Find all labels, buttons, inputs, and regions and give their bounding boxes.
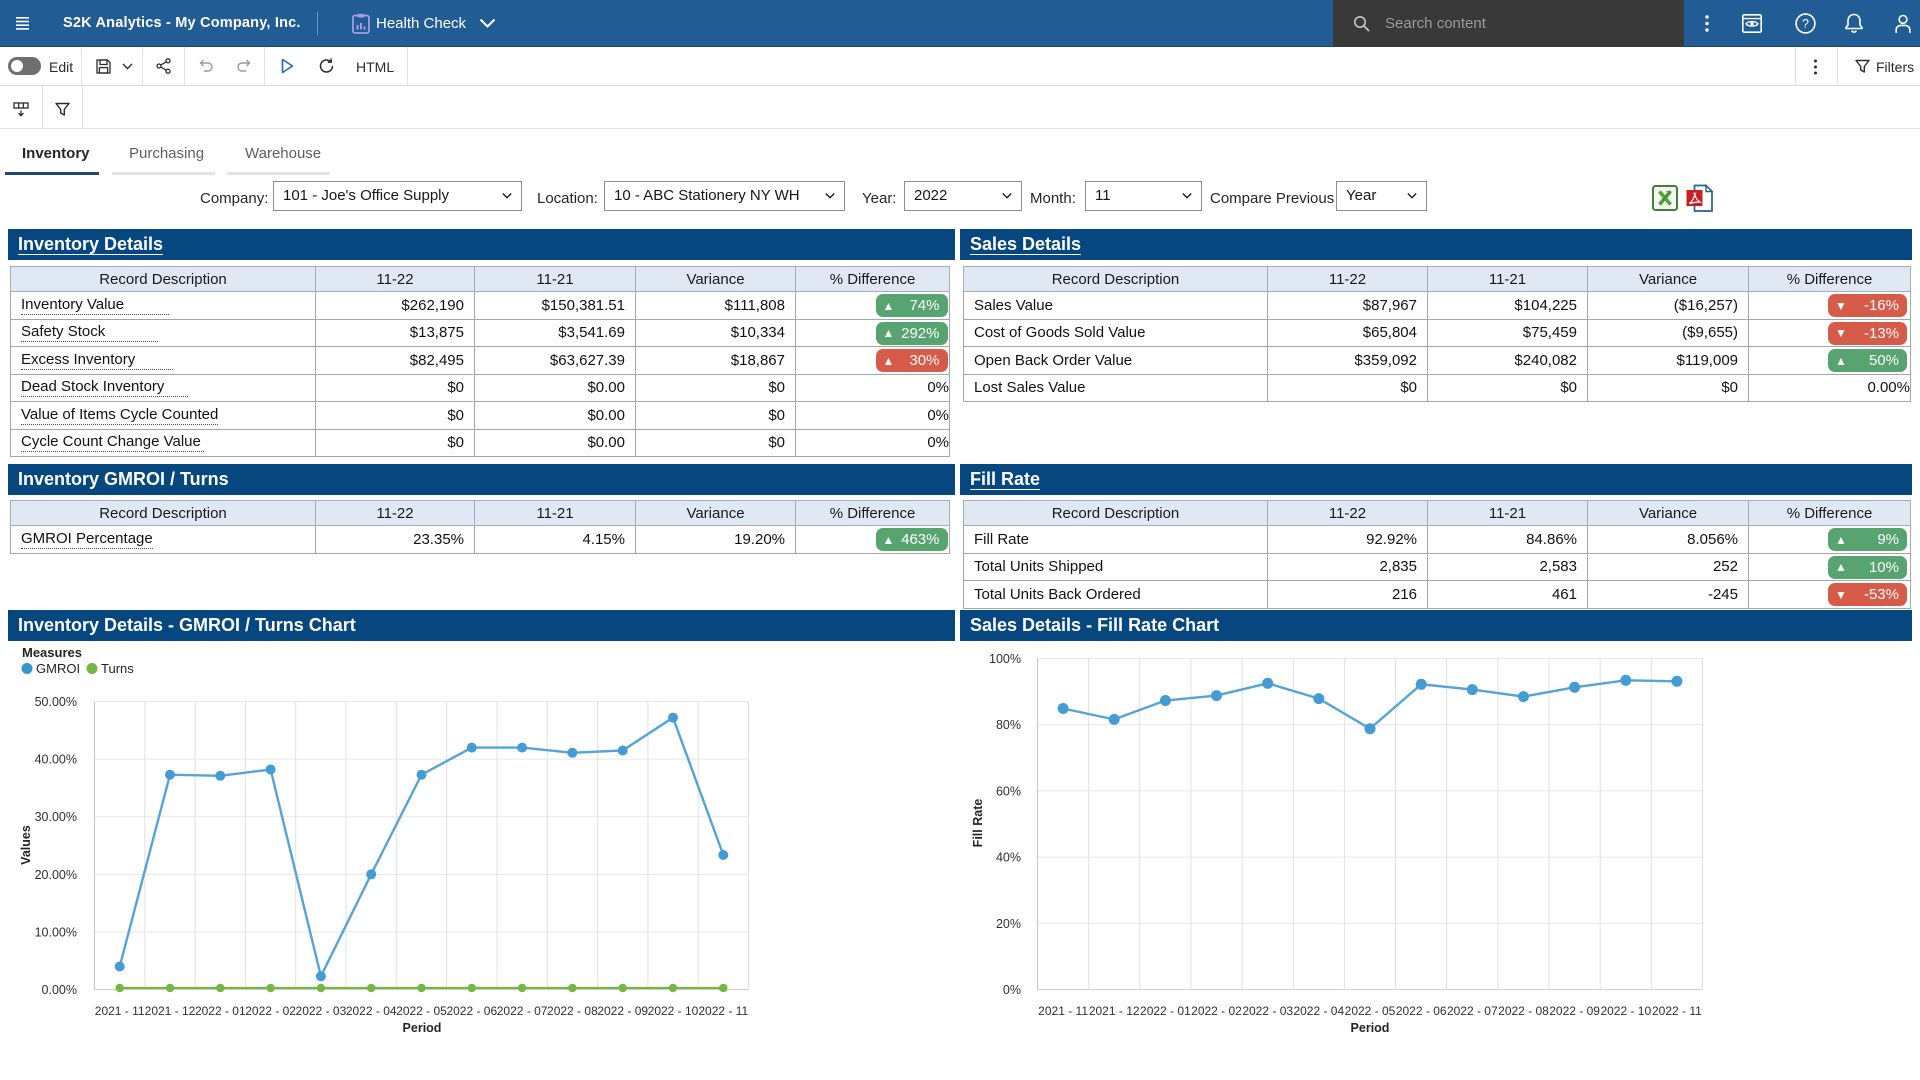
svg-text:2022 - 08: 2022 - 08 bbox=[1498, 1004, 1549, 1018]
svg-text:0.00%: 0.00% bbox=[42, 983, 77, 997]
svg-text:Measures: Measures bbox=[22, 645, 82, 660]
svg-text:40.00%: 40.00% bbox=[35, 753, 77, 767]
svg-text:2022 - 11: 2022 - 11 bbox=[698, 1004, 748, 1018]
svg-text:2022 - 01: 2022 - 01 bbox=[1140, 1004, 1191, 1018]
svg-text:50.00%: 50.00% bbox=[35, 695, 77, 709]
svg-text:2022 - 10: 2022 - 10 bbox=[1600, 1004, 1651, 1018]
svg-text:2022 - 07: 2022 - 07 bbox=[497, 1004, 548, 1018]
svg-text:2022 - 03: 2022 - 03 bbox=[1242, 1004, 1293, 1018]
svg-text:20%: 20% bbox=[996, 917, 1021, 931]
svg-text:2021 - 11: 2021 - 11 bbox=[95, 1004, 145, 1018]
svg-text:40%: 40% bbox=[996, 851, 1021, 865]
svg-text:80%: 80% bbox=[996, 718, 1021, 732]
svg-text:2022 - 02: 2022 - 02 bbox=[245, 1004, 296, 1018]
svg-text:Period: Period bbox=[403, 1021, 442, 1035]
svg-text:?: ? bbox=[1802, 17, 1809, 31]
svg-text:100%: 100% bbox=[989, 652, 1021, 666]
svg-text:2022 - 06: 2022 - 06 bbox=[1396, 1004, 1447, 1018]
svg-text:Turns: Turns bbox=[101, 661, 134, 676]
svg-text:0%: 0% bbox=[1003, 983, 1021, 997]
svg-text:2022 - 08: 2022 - 08 bbox=[547, 1004, 598, 1018]
svg-text:60%: 60% bbox=[996, 784, 1021, 798]
svg-text:2021 - 12: 2021 - 12 bbox=[1089, 1004, 1140, 1018]
svg-text:2022 - 05: 2022 - 05 bbox=[1345, 1004, 1396, 1018]
svg-text:2022 - 11: 2022 - 11 bbox=[1652, 1004, 1702, 1018]
svg-text:20.00%: 20.00% bbox=[35, 868, 77, 882]
svg-text:2021 - 12: 2021 - 12 bbox=[145, 1004, 196, 1018]
svg-text:Fill Rate: Fill Rate bbox=[971, 799, 985, 848]
svg-text:GMROI: GMROI bbox=[36, 661, 80, 676]
svg-text:2022 - 04: 2022 - 04 bbox=[1293, 1004, 1344, 1018]
svg-text:10.00%: 10.00% bbox=[35, 925, 77, 939]
svg-text:2022 - 04: 2022 - 04 bbox=[346, 1004, 397, 1018]
svg-text:2021 - 11: 2021 - 11 bbox=[1038, 1004, 1088, 1018]
svg-text:2022 - 09: 2022 - 09 bbox=[1549, 1004, 1600, 1018]
svg-text:2022 - 05: 2022 - 05 bbox=[396, 1004, 447, 1018]
svg-text:2022 - 01: 2022 - 01 bbox=[195, 1004, 246, 1018]
svg-text:2022 - 10: 2022 - 10 bbox=[648, 1004, 699, 1018]
svg-text:2022 - 02: 2022 - 02 bbox=[1191, 1004, 1242, 1018]
svg-text:Period: Period bbox=[1351, 1021, 1390, 1035]
svg-text:2022 - 03: 2022 - 03 bbox=[296, 1004, 347, 1018]
svg-text:2022 - 06: 2022 - 06 bbox=[446, 1004, 497, 1018]
svg-text:2022 - 09: 2022 - 09 bbox=[597, 1004, 648, 1018]
svg-text:Values: Values bbox=[19, 825, 33, 865]
svg-text:30.00%: 30.00% bbox=[35, 810, 77, 824]
svg-text:2022 - 07: 2022 - 07 bbox=[1447, 1004, 1498, 1018]
